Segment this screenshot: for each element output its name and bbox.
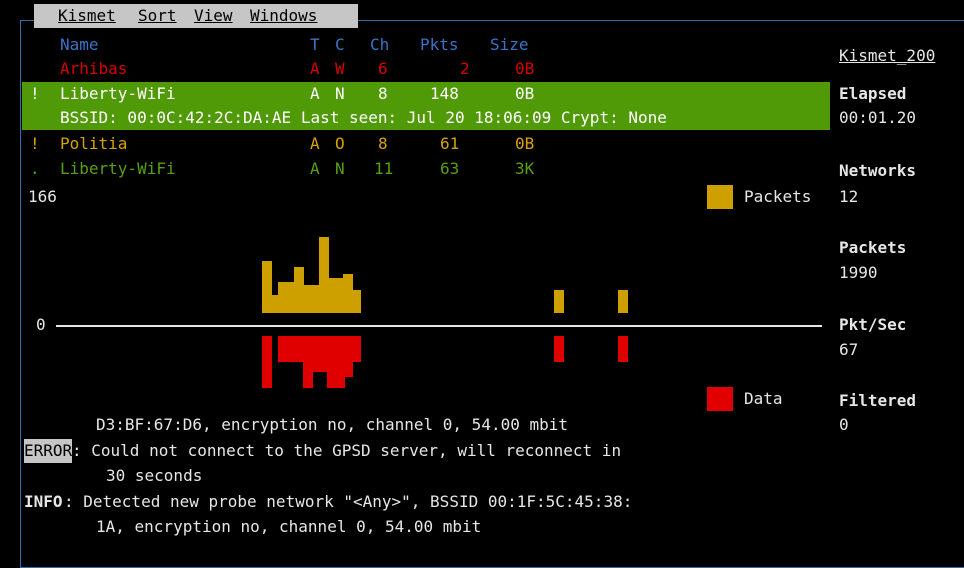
elapsed-value: 00:01.20 bbox=[839, 108, 917, 127]
network-flag: ! bbox=[30, 84, 40, 103]
col-crypt[interactable]: C bbox=[335, 33, 345, 57]
network-size: 3K bbox=[515, 159, 535, 178]
network-crypt: W bbox=[335, 59, 345, 78]
network-channel: 11 bbox=[374, 159, 394, 178]
graph-axis bbox=[56, 325, 822, 327]
menu-bar: Kismet Sort View Windows bbox=[34, 4, 358, 28]
network-type: A bbox=[310, 159, 320, 178]
graph-max-label: 166 bbox=[28, 187, 57, 206]
network-size: 0B bbox=[515, 134, 535, 153]
data-bar bbox=[351, 336, 361, 362]
packets-label: Packets bbox=[839, 238, 907, 257]
menu-kismet[interactable]: Kismet bbox=[58, 4, 116, 28]
packets-value: 1990 bbox=[839, 263, 878, 282]
packet-bar bbox=[554, 290, 564, 313]
col-name[interactable]: Name bbox=[60, 33, 99, 57]
data-bar bbox=[618, 336, 628, 362]
filtered-value: 0 bbox=[839, 415, 849, 434]
network-packets: 61 bbox=[440, 134, 460, 153]
packets-legend-swatch bbox=[707, 185, 733, 209]
network-name: Liberty-WiFi bbox=[60, 159, 176, 178]
network-channel: 8 bbox=[378, 84, 388, 103]
col-size[interactable]: Size bbox=[490, 33, 529, 57]
menu-windows[interactable]: Windows bbox=[250, 4, 317, 28]
sidebar-title: Kismet_200 bbox=[839, 46, 936, 65]
networks-value: 12 bbox=[839, 187, 859, 206]
window-frame-left bbox=[20, 20, 21, 568]
graph-zero-label: 0 bbox=[36, 315, 46, 334]
log-line: : Detected new probe network "<Any>", BS… bbox=[64, 492, 633, 511]
network-packets: 2 bbox=[460, 59, 470, 78]
col-packets[interactable]: Pkts bbox=[420, 33, 459, 57]
detail-text: BSSID: 00:0C:42:2C:DA:AE Last seen: Jul … bbox=[60, 108, 667, 127]
pktsec-label: Pkt/Sec bbox=[839, 315, 907, 334]
network-size: 0B bbox=[515, 59, 535, 78]
network-type: A bbox=[310, 84, 320, 103]
network-flag: ! bbox=[30, 134, 40, 153]
info-label: INFO bbox=[24, 492, 63, 511]
filtered-label: Filtered bbox=[839, 391, 917, 410]
data-legend-swatch bbox=[707, 387, 733, 411]
menu-sort[interactable]: Sort bbox=[138, 4, 177, 28]
data-bar bbox=[262, 336, 272, 388]
pktsec-value: 67 bbox=[839, 340, 859, 359]
network-flag: . bbox=[30, 159, 40, 178]
data-bar bbox=[554, 336, 564, 362]
network-packets: 148 bbox=[430, 84, 459, 103]
network-name: Politia bbox=[60, 134, 128, 153]
packets-legend-label: Packets bbox=[744, 187, 812, 206]
log-line: : Could not connect to the GPSD server, … bbox=[72, 441, 622, 460]
log-line: D3:BF:67:D6, encryption no, channel 0, 5… bbox=[96, 415, 569, 434]
network-crypt: O bbox=[335, 134, 345, 153]
network-type: A bbox=[310, 134, 320, 153]
log-line: 30 seconds bbox=[106, 466, 203, 485]
error-label: ERROR bbox=[24, 439, 73, 463]
col-channel[interactable]: Ch bbox=[370, 33, 389, 57]
menu-view[interactable]: View bbox=[194, 4, 233, 28]
packet-bar bbox=[351, 290, 361, 313]
network-size: 0B bbox=[515, 84, 535, 103]
network-name: Arhibas bbox=[60, 59, 128, 78]
network-crypt: N bbox=[335, 159, 345, 178]
log-line: 1A, encryption no, channel 0, 54.00 mbit bbox=[96, 517, 482, 536]
network-channel: 8 bbox=[378, 134, 388, 153]
network-type: A bbox=[310, 59, 320, 78]
packet-bar bbox=[618, 290, 628, 313]
network-crypt: N bbox=[335, 84, 345, 103]
table-row-selected[interactable]: ! Liberty-WiFi A N 8 148 0B bbox=[22, 82, 830, 106]
data-legend-label: Data bbox=[744, 389, 783, 408]
col-type[interactable]: T bbox=[310, 33, 320, 57]
elapsed-label: Elapsed bbox=[839, 84, 907, 103]
network-name: Liberty-WiFi bbox=[60, 84, 176, 103]
networks-label: Networks bbox=[839, 161, 917, 180]
network-packets: 63 bbox=[440, 159, 460, 178]
network-channel: 6 bbox=[378, 59, 388, 78]
selected-network-detail: BSSID: 00:0C:42:2C:DA:AE Last seen: Jul … bbox=[22, 106, 830, 130]
